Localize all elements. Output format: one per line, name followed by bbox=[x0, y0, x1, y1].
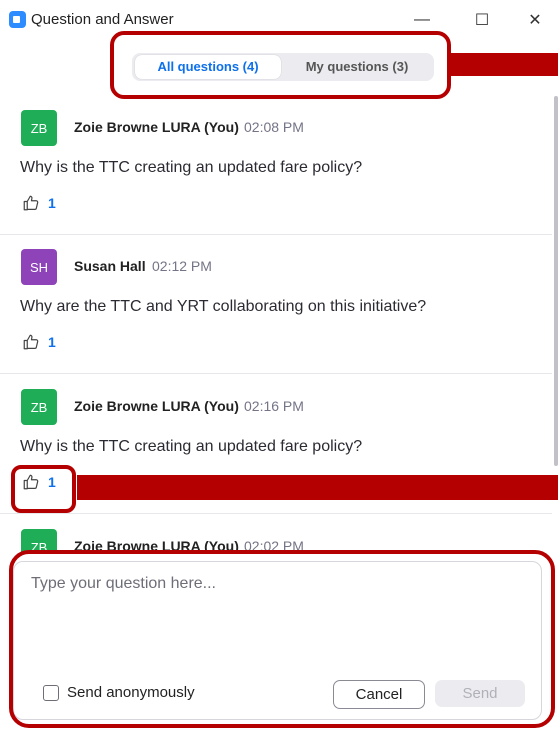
author-name: Zoie Browne LURA (You) bbox=[74, 119, 239, 135]
title-bar: Question and Answer — ☐ ✕ bbox=[0, 0, 558, 40]
anonymous-checkbox[interactable] bbox=[43, 684, 59, 701]
question-item: ZB Zoie Browne LURA (You) 02:02 PM bbox=[0, 515, 552, 554]
question-composer: Send anonymously Cancel Send bbox=[13, 561, 542, 720]
scrollbar[interactable] bbox=[554, 96, 558, 466]
question-text: Why is the TTC creating an updated fare … bbox=[20, 438, 363, 455]
tabs-highlight-arrow bbox=[447, 53, 558, 76]
like-count: 1 bbox=[48, 195, 56, 211]
window-title: Question and Answer bbox=[31, 11, 174, 28]
question-list[interactable]: ZB Zoie Browne LURA (You) 02:08 PM Why i… bbox=[0, 96, 552, 554]
like-count: 1 bbox=[48, 334, 56, 350]
thumbs-up-icon bbox=[23, 334, 39, 350]
thumbs-up-icon bbox=[23, 195, 39, 211]
like-button[interactable]: 1 bbox=[22, 473, 56, 491]
tab-all-questions[interactable]: All questions (4) bbox=[135, 55, 281, 79]
close-icon[interactable]: ✕ bbox=[515, 6, 555, 34]
avatar: ZB bbox=[21, 389, 57, 425]
avatar: ZB bbox=[21, 110, 57, 146]
author-name: Zoie Browne LURA (You) bbox=[74, 398, 239, 414]
question-item: ZB Zoie Browne LURA (You) 02:08 PM Why i… bbox=[0, 96, 552, 235]
question-text: Why is the TTC creating an updated fare … bbox=[20, 159, 363, 176]
question-time: 02:12 PM bbox=[152, 258, 212, 274]
question-tabs: All questions (4) My questions (3) bbox=[132, 53, 434, 81]
send-button[interactable]: Send bbox=[435, 680, 525, 707]
like-count: 1 bbox=[48, 474, 56, 490]
like-button[interactable]: 1 bbox=[22, 333, 56, 351]
maximize-icon[interactable]: ☐ bbox=[462, 6, 502, 34]
cancel-button[interactable]: Cancel bbox=[333, 680, 425, 709]
question-item: ZB Zoie Browne LURA (You) 02:16 PM Why i… bbox=[0, 375, 552, 514]
tab-my-questions[interactable]: My questions (3) bbox=[284, 55, 430, 79]
avatar: ZB bbox=[21, 529, 57, 554]
thumbs-up-icon bbox=[23, 474, 39, 490]
question-time: 02:02 PM bbox=[244, 538, 304, 554]
send-anonymously-toggle[interactable]: Send anonymously bbox=[43, 684, 195, 701]
minimize-icon[interactable]: — bbox=[402, 6, 442, 34]
author-name: Susan Hall bbox=[74, 258, 146, 274]
question-text: Why are the TTC and YRT collaborating on… bbox=[20, 298, 427, 315]
anonymous-label: Send anonymously bbox=[67, 684, 195, 701]
question-item: SH Susan Hall 02:12 PM Why are the TTC a… bbox=[0, 235, 552, 374]
like-button[interactable]: 1 bbox=[22, 194, 56, 212]
avatar: SH bbox=[21, 249, 57, 285]
question-time: 02:16 PM bbox=[244, 398, 304, 414]
author-name: Zoie Browne LURA (You) bbox=[74, 538, 239, 554]
question-time: 02:08 PM bbox=[244, 119, 304, 135]
zoom-app-icon bbox=[9, 11, 26, 28]
question-input[interactable] bbox=[31, 575, 521, 665]
